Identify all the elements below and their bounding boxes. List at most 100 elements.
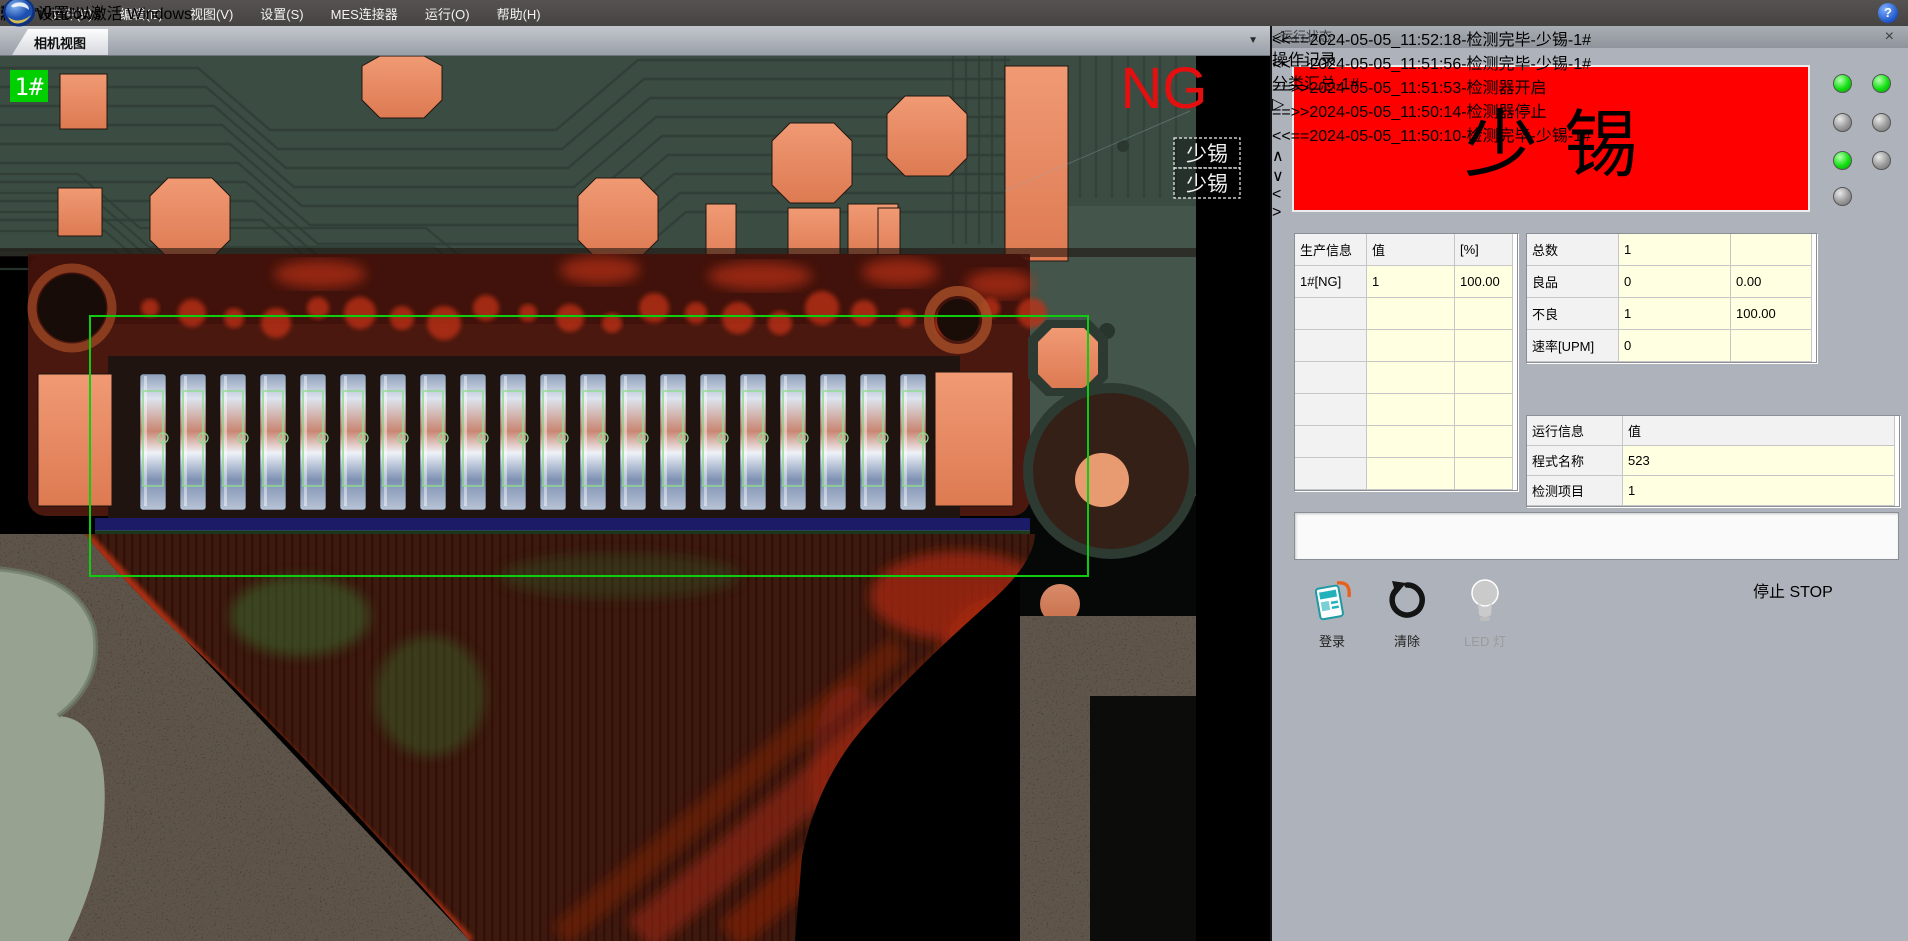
menu-view[interactable]: 视图(V) [190,4,233,23]
table-header-cell: [%] [1455,234,1513,266]
table-cell: 1 [1623,476,1895,506]
log-entry[interactable]: ==>>2024-05-05_11:51:53-检测器开启 [1272,74,1591,98]
table-cell [1367,394,1455,426]
table-cell [1455,426,1513,458]
table-row [1295,362,1517,394]
table-cell [1731,234,1812,266]
table-row: 速率[UPM]0 [1527,330,1816,362]
table-cell: 速率[UPM] [1527,330,1619,362]
help-icon[interactable]: ? [1878,3,1898,23]
led-light-button[interactable]: LED 灯 [1450,577,1520,650]
table-cell [1455,458,1513,490]
defect-tag-list: 少锡 少锡 [1174,138,1240,198]
production-table: 生产信息值[%]1#[NG]1100.00 [1294,233,1518,491]
table-header-cell: 生产信息 [1295,234,1367,266]
menu-run[interactable]: 运行(O) [425,4,470,23]
defect-tag: 少锡 [1186,143,1228,166]
menu-help[interactable]: 帮助(H) [497,4,541,23]
table-cell: 100.00 [1455,266,1513,298]
camera-tab-strip: 相机视图 ▼ [0,26,1270,56]
stop-label-cn: 停止 [1753,584,1785,601]
login-button[interactable]: 登录 [1297,577,1367,650]
table-cell [1367,426,1455,458]
table-cell: 1#[NG] [1295,266,1367,298]
table-row [1295,330,1517,362]
stop-label-en: STOP [1789,584,1832,601]
menu-bar: 文件(F) 编辑(E) 视图(V) 设置(S) MES连接器 运行(O) 帮助(… [0,0,1908,26]
table-cell: 不良 [1527,298,1619,330]
table-cell: 1 [1619,298,1731,330]
table-cell: 523 [1623,446,1895,476]
clear-label: 清除 [1394,631,1420,650]
table-cell: 0 [1619,330,1731,362]
badge-icon [1309,577,1355,625]
table-cell [1295,394,1367,426]
clear-button[interactable]: 清除 [1372,577,1442,650]
camera-index-label: 1# [15,73,44,101]
scroll-down-icon[interactable]: ∨ [1272,168,1284,185]
status-led-4 [1872,113,1891,132]
vertical-scrollbar[interactable]: ∧ ∨ [1272,146,1591,186]
close-icon[interactable]: × [1885,26,1894,48]
table-row: 程式名称523 [1527,446,1899,476]
status-led-6 [1872,151,1891,170]
table-cell [1367,330,1455,362]
table-cell [1295,458,1367,490]
log-entry[interactable]: <<==2024-05-05_11:50:10-检测完毕-少锡-1# [1272,122,1591,146]
clear-icon [1384,577,1430,625]
table-row: 检测项目1 [1527,476,1899,506]
table-cell: 总数 [1527,234,1619,266]
table-cell [1731,330,1812,362]
stop-button[interactable]: 停止 STOP [1753,578,1900,662]
table-cell [1295,298,1367,330]
chevron-down-icon[interactable]: ▼ [1248,35,1258,46]
table-cell: 0 [1619,266,1731,298]
status-led-1 [1833,74,1852,93]
run-info-table: 运行信息值程式名称523检测项目1 [1526,415,1900,507]
status-led-2 [1872,74,1891,93]
message-box[interactable] [1294,512,1899,560]
log-entry[interactable]: <<==2024-05-05_11:51:56-检测完毕-少锡-1# [1272,50,1591,74]
table-cell [1295,426,1367,458]
scroll-up-icon[interactable]: ∧ [1272,148,1284,165]
table-row [1295,426,1517,458]
app-logo-icon [2,0,36,29]
run-status-panel: 运行状态 × 少锡 生产信息值[%]1#[NG]1100.00 总数1良品00.… [1272,26,1908,941]
table-cell: 检测项目 [1527,476,1623,506]
table-cell: 0.00 [1731,266,1812,298]
scroll-right-icon[interactable]: > [1272,204,1281,221]
app-window: 文件(F) 编辑(E) 视图(V) 设置(S) MES连接器 运行(O) 帮助(… [0,0,1908,941]
led-bulb-icon [1462,577,1508,625]
table-cell: 程式名称 [1527,446,1623,476]
table-header-cell: 运行信息 [1527,416,1623,446]
table-row: 总数1 [1527,234,1816,266]
table-cell [1455,394,1513,426]
log-entry[interactable]: ==>>2024-05-05_11:50:14-检测器停止 [1272,98,1591,122]
table-row: 良品00.00 [1527,266,1816,298]
led-light-label: LED 灯 [1464,631,1506,650]
table-cell [1455,298,1513,330]
table-cell [1455,330,1513,362]
status-led-3 [1833,113,1852,132]
table-cell [1295,330,1367,362]
menu-settings[interactable]: 设置(S) [260,4,303,23]
log-entry[interactable]: <<==2024-05-05_11:52:18-检测完毕-少锡-1# [1272,26,1591,50]
operation-log-list[interactable]: <<==2024-05-05_11:52:18-检测完毕-少锡-1# <<==2… [1272,26,1591,222]
status-led-7 [1833,187,1852,206]
status-led-5 [1833,151,1852,170]
table-cell [1295,362,1367,394]
table-cell: 1 [1619,234,1731,266]
table-cell [1367,298,1455,330]
horizontal-scrollbar[interactable]: < > [1272,186,1591,222]
login-label: 登录 [1319,631,1345,650]
menu-mes-connector[interactable]: MES连接器 [331,4,398,23]
tab-camera-view[interactable]: 相机视图 [12,29,108,55]
table-cell: 1 [1367,266,1455,298]
camera-image: 1# NG 少锡 少锡 [0,56,1270,941]
scroll-left-icon[interactable]: < [1272,186,1281,203]
defect-tag: 少锡 [1186,173,1228,196]
table-cell [1367,362,1455,394]
table-cell: 100.00 [1731,298,1812,330]
table-header-cell: 值 [1623,416,1895,446]
table-row [1295,394,1517,426]
